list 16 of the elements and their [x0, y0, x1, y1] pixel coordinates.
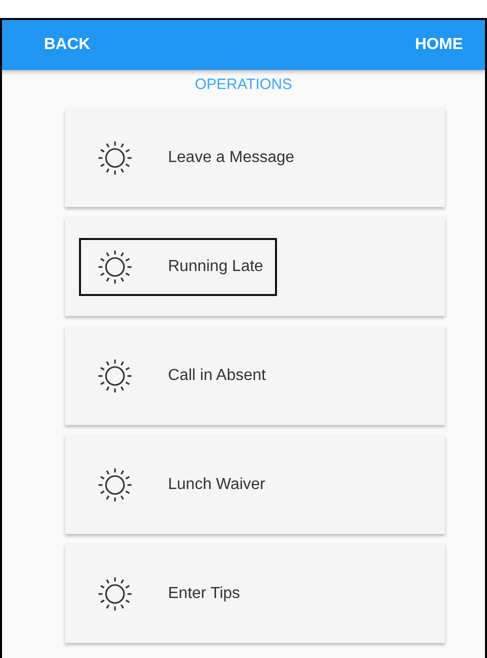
operation-card[interactable]: Enter Tips [65, 544, 445, 643]
operation-label: Call in Absent [168, 366, 266, 386]
sun-icon [96, 574, 134, 612]
operation-label: Lunch Waiver [168, 474, 266, 494]
operation-label: Running Late [168, 256, 264, 276]
operation-label: Enter Tips [168, 584, 240, 604]
sun-icon [96, 248, 134, 286]
section-title: OPERATIONS [194, 75, 294, 95]
sun-icon [96, 466, 134, 504]
operation-card[interactable]: Lunch Waiver [65, 435, 445, 534]
operation-card[interactable]: Call in Absent [65, 326, 445, 425]
sun-icon [96, 138, 134, 176]
operation-card[interactable]: Running Late [65, 217, 445, 316]
operation-label: Leave a Message [168, 148, 294, 168]
operation-card[interactable]: Leave a Message [65, 108, 445, 207]
sun-icon [96, 356, 134, 394]
